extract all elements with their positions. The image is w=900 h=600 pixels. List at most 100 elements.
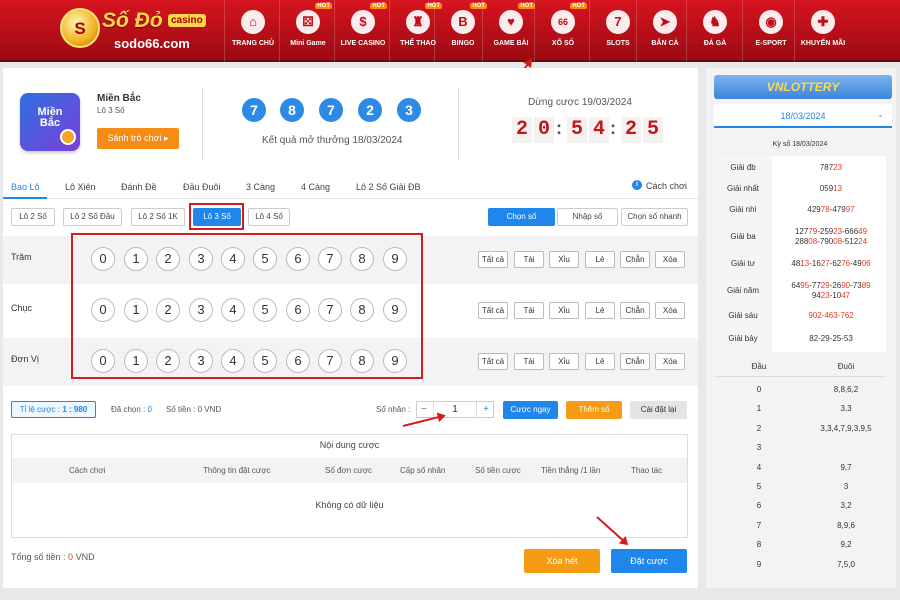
nav-item-12[interactable]: ✚ KHUYẾN MÃI (794, 0, 850, 62)
date-select[interactable]: 18/03/2024 ⌄ (714, 104, 892, 128)
tab-2[interactable]: Lô Xiên (65, 182, 96, 192)
quick-select-button[interactable]: Tất cả (478, 251, 508, 268)
table-header: Tiền thắng /1 lần (541, 466, 601, 475)
site-logo[interactable]: S Số Đỏ casino sodo66.com (60, 6, 215, 56)
minus-button[interactable]: − (417, 402, 431, 417)
quick-select-button[interactable]: Tài (514, 353, 544, 370)
digit-button[interactable]: 0 (91, 247, 115, 271)
digit-button[interactable]: 6 (286, 247, 310, 271)
digit-button[interactable]: 8 (350, 298, 374, 322)
digit-button[interactable]: 5 (253, 349, 277, 373)
nav-item-11[interactable]: ◉ E-SPORT (742, 0, 798, 62)
digit-button[interactable]: 6 (286, 349, 310, 373)
quick-select-button[interactable]: Xỉu (549, 251, 579, 268)
reset-button[interactable]: Cài đặt lại (630, 401, 687, 419)
quick-select-button[interactable]: Tất cả (478, 302, 508, 319)
digit-button[interactable]: 0 (91, 298, 115, 322)
digit-button[interactable]: 1 (124, 247, 148, 271)
quick-select-button[interactable]: Xóa (655, 251, 685, 268)
digit-button[interactable]: 9 (383, 298, 407, 322)
nav-item-3[interactable]: $ LIVE CASINO HOT (334, 0, 390, 62)
nav-item-6[interactable]: ♥ GAME BÀI HOT (482, 0, 538, 62)
quick-select-button[interactable]: Lẻ (585, 353, 615, 370)
quick-select-button[interactable]: Lẻ (585, 251, 615, 268)
quick-select-button[interactable]: Xỉu (549, 353, 579, 370)
tab-1[interactable]: Bao Lô (11, 182, 40, 192)
quick-select-button[interactable]: Tất cả (478, 353, 508, 370)
bet-table-empty: Không có dữ liệu (315, 500, 384, 510)
prize-row: Giải tư 4813-1627-6276-4906 (714, 253, 886, 275)
digit-button[interactable]: 0 (91, 349, 115, 373)
place-bet-button[interactable]: Đặt cược (611, 549, 687, 573)
digit-button[interactable]: 4 (221, 349, 245, 373)
tail-digits: 9,2 (840, 540, 852, 550)
tab-7[interactable]: Lô 2 Số Giải ĐB (356, 182, 421, 192)
region-badge-image: Miền Bắc (20, 93, 80, 151)
nav-item-9[interactable]: ➤ BẮN CÁ (636, 0, 692, 62)
nav-label: ĐÁ GÀ (703, 40, 727, 47)
digit-button[interactable]: 3 (189, 349, 213, 373)
tab-underline (3, 198, 698, 199)
clear-all-button[interactable]: Xóa hết (524, 549, 600, 573)
nav-label: XỔ SỐ (551, 40, 575, 47)
prize-row: Giải đb 78723 (714, 158, 886, 178)
digit-button[interactable]: 5 (253, 298, 277, 322)
subtab-5[interactable]: Lô 4 Số (248, 208, 290, 226)
digit-button[interactable]: 9 (383, 349, 407, 373)
digit-button[interactable]: 1 (124, 349, 148, 373)
digit-button[interactable]: 8 (350, 247, 374, 271)
nav-item-2[interactable]: ⚄ Mini Game HOT (279, 0, 335, 62)
prize-row: Giải năm 6495-7729-2690-7389 9423-1047 (714, 275, 886, 306)
quick-select-button[interactable]: Tài (514, 251, 544, 268)
nav-item-10[interactable]: ♞ ĐÁ GÀ (686, 0, 742, 62)
add-number-button[interactable]: Thêm số (566, 401, 622, 419)
quick-select-button[interactable]: Tài (514, 302, 544, 319)
digit-button[interactable]: 9 (383, 247, 407, 271)
subtab-4[interactable]: Lô 3 Số (193, 208, 241, 226)
quick-select-button[interactable]: Xóa (655, 302, 685, 319)
quick-select-button[interactable]: Chẵn (620, 302, 650, 319)
digit-button[interactable]: 6 (286, 298, 310, 322)
digit-button[interactable]: 7 (318, 349, 342, 373)
info-icon[interactable]: i (632, 180, 642, 190)
digit-button[interactable]: 7 (318, 247, 342, 271)
plus-button[interactable]: + (479, 402, 493, 417)
digit-button[interactable]: 3 (189, 247, 213, 271)
nav-item-7[interactable]: 66 XỔ SỐ HOT (534, 0, 590, 62)
mode-3[interactable]: Chọn số nhanh (621, 208, 688, 226)
digit-button[interactable]: 4 (221, 247, 245, 271)
quick-select-button[interactable]: Xóa (655, 353, 685, 370)
result-ball: 3 (397, 98, 421, 122)
tab-4[interactable]: Đầu Đuôi (183, 182, 221, 192)
digit-button[interactable]: 1 (124, 298, 148, 322)
nav-item-1[interactable]: ⌂ TRANG CHỦ (224, 0, 280, 62)
dau-duoi-row: 0 8,8,6,2 (714, 380, 886, 399)
digit-button[interactable]: 2 (156, 349, 180, 373)
quick-select-button[interactable]: Lẻ (585, 302, 615, 319)
digit-button[interactable]: 5 (253, 247, 277, 271)
subtab-2[interactable]: Lô 2 Số Đầu (63, 208, 122, 226)
digit-button[interactable]: 8 (350, 349, 374, 373)
lobby-button[interactable]: Sảnh trò chơi ▸ (97, 128, 179, 149)
mode-2[interactable]: Nhập số (557, 208, 618, 226)
digit-button[interactable]: 2 (156, 298, 180, 322)
quick-select-button[interactable]: Xỉu (549, 302, 579, 319)
digit-button[interactable]: 2 (156, 247, 180, 271)
quick-select-button[interactable]: Chẵn (620, 251, 650, 268)
digit-button[interactable]: 3 (189, 298, 213, 322)
quick-select-button[interactable]: Chẵn (620, 353, 650, 370)
digit-button[interactable]: 7 (318, 298, 342, 322)
divider (458, 88, 459, 160)
digit-button[interactable]: 4 (221, 298, 245, 322)
row-label: Trăm (11, 252, 32, 262)
tab-6[interactable]: 4 Càng (301, 182, 330, 192)
tab-3[interactable]: Đánh Đề (121, 182, 157, 192)
how-to-play-link[interactable]: Cách chơi (646, 181, 687, 191)
head-digit: 5 (756, 482, 762, 491)
subtab-1[interactable]: Lô 2 Số (11, 208, 55, 226)
tab-5[interactable]: 3 Càng (246, 182, 275, 192)
bet-now-button[interactable]: Cược ngay (503, 401, 558, 419)
subtab-3[interactable]: Lô 2 Số 1K (131, 208, 185, 226)
mode-1[interactable]: Chọn số (488, 208, 555, 226)
draw-period: Kỳ số 18/03/2024 (772, 141, 828, 148)
